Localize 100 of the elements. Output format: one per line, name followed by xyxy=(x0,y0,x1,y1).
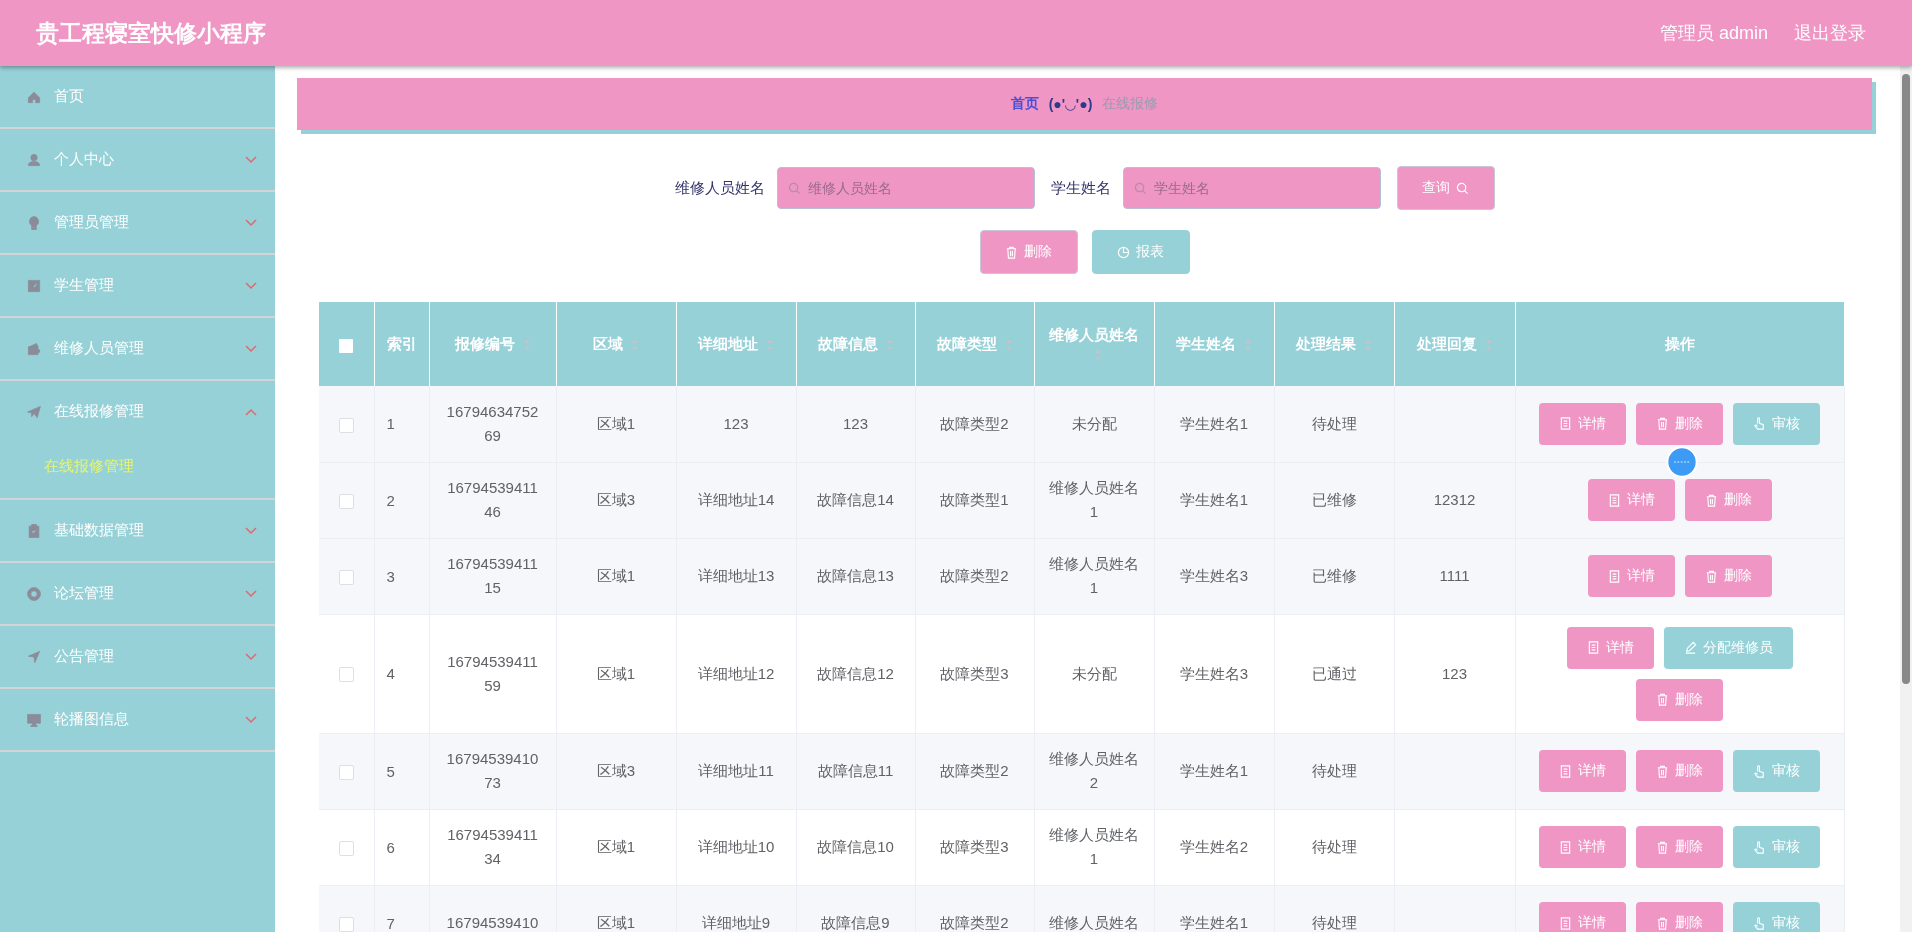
column-header[interactable]: 处理回复 xyxy=(1394,302,1515,386)
sidebar-item[interactable]: 管理员管理 xyxy=(0,192,275,255)
search-button[interactable]: 查询 xyxy=(1396,166,1495,210)
delete-button[interactable]: 删除 xyxy=(1636,902,1723,932)
sort-icon[interactable] xyxy=(1004,337,1013,352)
delete-button[interactable]: 删除 xyxy=(1636,402,1723,445)
table-cell: 故障类型2 xyxy=(940,414,1009,432)
review-button[interactable]: 审核 xyxy=(1733,826,1820,868)
document-icon xyxy=(1607,569,1621,583)
row-checkbox[interactable] xyxy=(338,493,354,509)
table-cell: 待处理 xyxy=(1311,414,1357,432)
document-icon xyxy=(1559,417,1572,431)
assign-button[interactable]: 分配维修员 xyxy=(1663,626,1793,669)
scrollbar[interactable] xyxy=(1900,66,1912,932)
sidebar-item[interactable]: 论坛管理 xyxy=(0,563,275,626)
table-cell: 已维修 xyxy=(1311,567,1357,584)
sidebar-item[interactable]: 首页 xyxy=(0,66,275,129)
column-header[interactable]: 区域 xyxy=(556,302,676,386)
sort-icon[interactable] xyxy=(522,337,531,352)
column-header[interactable]: 报修编号 xyxy=(429,302,556,386)
table-cell: 区域1 xyxy=(596,838,636,855)
sort-icon[interactable] xyxy=(631,337,639,352)
review-button[interactable]: 审核 xyxy=(1733,750,1820,792)
logout-link[interactable]: 退出登录 xyxy=(1794,21,1866,45)
table-cell: 12312 xyxy=(1433,491,1476,508)
column-header[interactable]: 故障类型 xyxy=(915,302,1034,386)
detail-button[interactable]: 详情 xyxy=(1539,402,1626,445)
table-cell: 故障信息14 xyxy=(817,491,894,508)
column-header[interactable]: 维修人员姓名 xyxy=(1034,302,1154,386)
table-cell: 待处理 xyxy=(1311,914,1357,931)
breadcrumb-home-link[interactable]: 首页 xyxy=(1010,95,1039,113)
table-cell: 区域1 xyxy=(596,567,636,584)
column-header[interactable]: 故障信息 xyxy=(796,302,915,386)
delete-button[interactable]: 删除 xyxy=(1684,555,1772,597)
table-cell: 故障信息12 xyxy=(817,664,894,682)
sidebar-item[interactable]: 个人中心 xyxy=(0,129,275,192)
column-header[interactable]: 处理结果 xyxy=(1274,302,1394,386)
table-cell: 123 xyxy=(843,414,868,432)
table-cell: 3 xyxy=(386,567,395,585)
table-cell: 详细地址12 xyxy=(697,664,775,682)
detail-button[interactable]: 详情 xyxy=(1587,479,1675,521)
report-button[interactable]: 报表 xyxy=(1091,230,1190,274)
column-header[interactable]: 操作 xyxy=(1515,302,1844,386)
sort-icon[interactable] xyxy=(1484,337,1493,352)
table-cell: 学生姓名3 xyxy=(1179,664,1249,682)
delete-button[interactable]: 删除 xyxy=(1636,678,1723,721)
table-cell: 2 xyxy=(386,491,395,509)
sidebar-item[interactable]: 学生管理 xyxy=(0,255,275,318)
sidebar-item[interactable]: 在线报修管理 xyxy=(0,381,275,442)
sidebar-item[interactable]: 轮播图信息 xyxy=(0,689,275,752)
table-cell: 故障类型3 xyxy=(940,664,1009,682)
column-header[interactable]: 详细地址 xyxy=(676,302,796,386)
column-header[interactable]: 索引 xyxy=(374,302,429,386)
table-cell: 故障信息11 xyxy=(817,762,894,779)
delete-button[interactable]: 删除 xyxy=(1684,479,1772,521)
delete-button[interactable]: 删除 xyxy=(1636,750,1723,792)
detail-button[interactable]: 详情 xyxy=(1587,555,1675,597)
sidebar-subitem[interactable]: 在线报修管理 xyxy=(0,442,275,500)
sidebar-item[interactable]: 维修人员管理 xyxy=(0,318,275,381)
review-button[interactable]: 审核 xyxy=(1733,402,1820,445)
delete-button[interactable]: 删除 xyxy=(1636,826,1723,868)
sidebar-item[interactable]: 公告管理 xyxy=(0,626,275,689)
trash-icon xyxy=(1656,417,1669,431)
table-cell: 6 xyxy=(386,838,395,856)
floating-ball-icon[interactable] xyxy=(1666,446,1698,478)
row-checkbox[interactable] xyxy=(338,840,354,856)
row-checkbox[interactable] xyxy=(338,667,354,683)
table-cell: 区域3 xyxy=(596,491,636,508)
document-icon xyxy=(1607,493,1621,507)
table-cell: 4 xyxy=(386,665,395,682)
table-cell: 学生姓名1 xyxy=(1179,491,1249,508)
sort-icon[interactable] xyxy=(885,337,894,352)
table-cell: 维修人员姓名 xyxy=(1049,914,1139,931)
sidebar-item[interactable]: 基础数据管理 xyxy=(0,500,275,563)
detail-button[interactable]: 详情 xyxy=(1539,826,1626,868)
table-cell: 未分配 xyxy=(1071,414,1117,432)
sort-icon[interactable] xyxy=(1094,348,1102,362)
review-button[interactable]: 审核 xyxy=(1733,902,1820,932)
table-cell: 5 xyxy=(386,762,395,780)
table-cell: 学生姓名1 xyxy=(1179,914,1249,931)
detail-button[interactable]: 详情 xyxy=(1566,626,1654,669)
detail-button[interactable]: 详情 xyxy=(1539,750,1626,792)
detail-button[interactable]: 详情 xyxy=(1539,902,1626,932)
select-all-checkbox[interactable] xyxy=(339,338,354,353)
row-checkbox[interactable] xyxy=(338,569,354,585)
row-checkbox[interactable] xyxy=(338,417,354,433)
trash-icon xyxy=(1656,764,1669,778)
search-icon xyxy=(1456,181,1469,195)
sort-icon[interactable] xyxy=(1244,337,1252,352)
column-header[interactable]: 学生姓名 xyxy=(1154,302,1274,386)
search-field[interactable]: 维修人员姓名 xyxy=(776,167,1035,209)
row-checkbox[interactable] xyxy=(338,764,354,780)
search-field[interactable]: 学生姓名 xyxy=(1122,167,1381,209)
table-cell-text: 1679453941159 xyxy=(446,651,539,696)
sort-icon[interactable] xyxy=(766,337,774,352)
row-checkbox[interactable] xyxy=(338,916,354,932)
sort-icon[interactable] xyxy=(1364,337,1372,352)
breadcrumb-separator: (●'◡'●) xyxy=(1048,96,1093,112)
search-label: 学生姓名 xyxy=(1050,178,1111,198)
delete-button[interactable]: 删除 xyxy=(979,230,1078,274)
